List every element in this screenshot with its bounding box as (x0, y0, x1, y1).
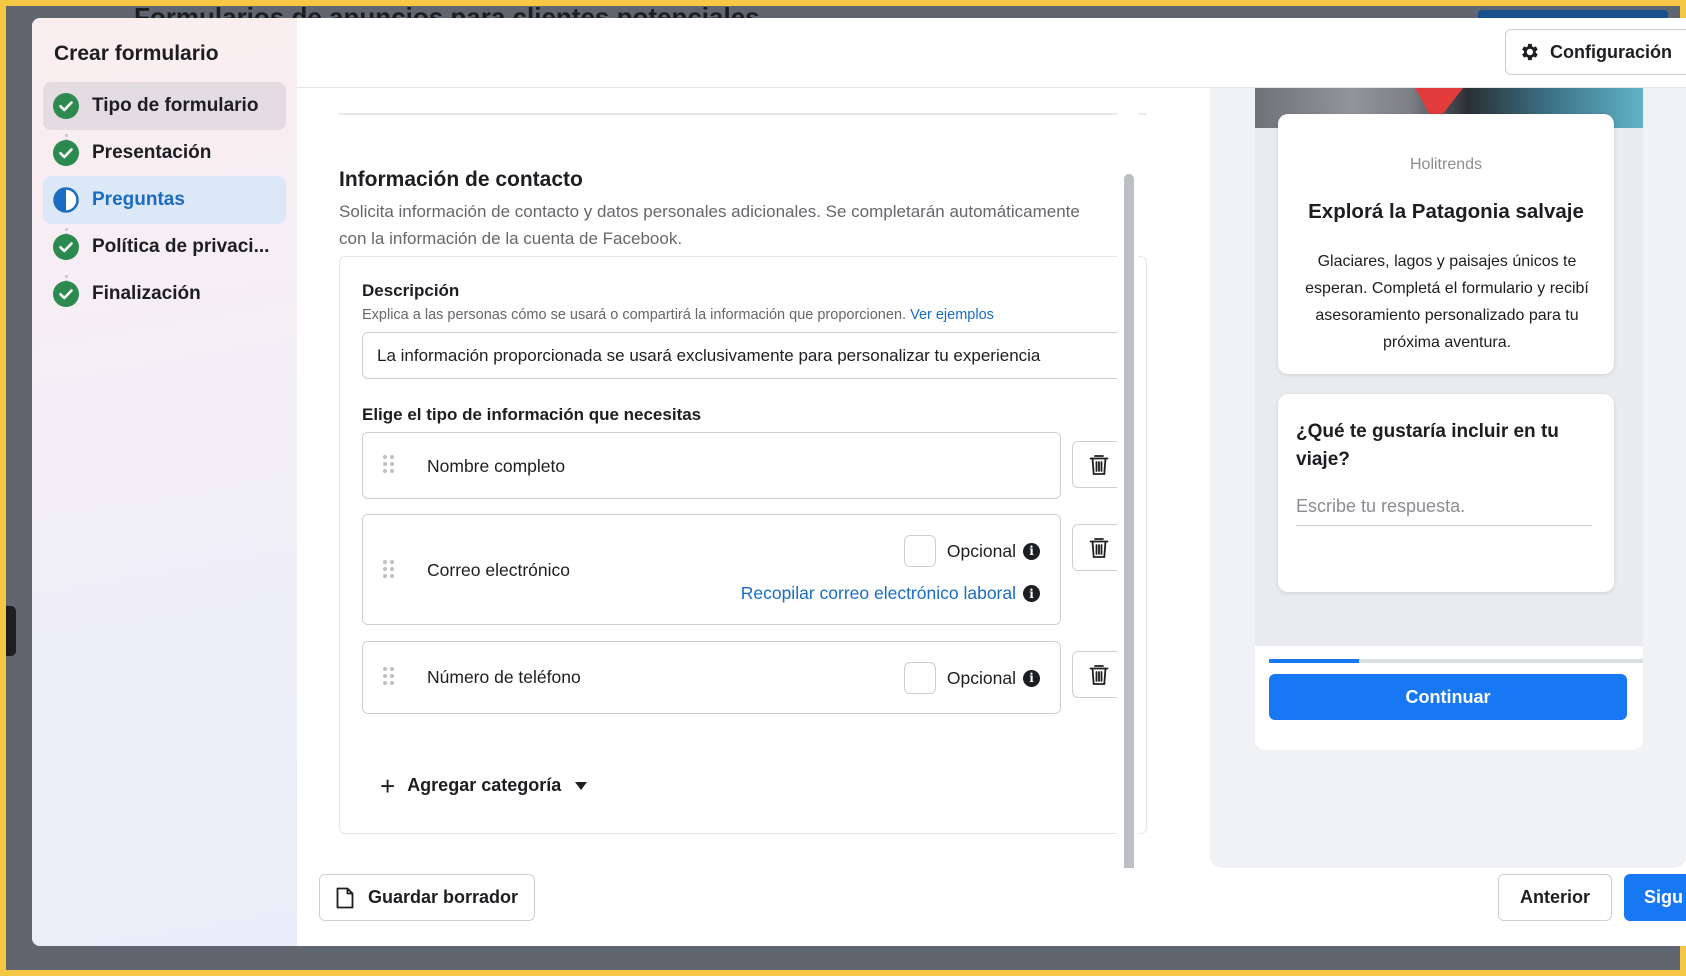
info-icon[interactable]: i (1023, 585, 1040, 602)
optional-checkbox[interactable] (903, 535, 936, 567)
contact-info-card: Descripción Explica a las personas cómo … (339, 256, 1147, 834)
question-card: ¿Qué te gustaría incluir en tu viaje? Es… (1278, 394, 1614, 592)
field-row-email[interactable]: Correo electrónico Opcional i Recopilar … (362, 514, 1061, 625)
field-name: Nombre completo (427, 456, 566, 476)
previous-button[interactable]: Anterior (1498, 874, 1612, 921)
save-draft-label: Guardar borrador (368, 887, 519, 907)
preview-progress-bar (1269, 659, 1643, 663)
optional-label: Opcional (946, 540, 1016, 561)
section-divider (339, 113, 1146, 115)
form-scrollbar[interactable] (1117, 88, 1139, 874)
caret-down-icon (575, 781, 588, 790)
modal-footer: Guardar borrador Anterior Sigu (297, 868, 1686, 946)
scrollbar-thumb[interactable] (1124, 174, 1134, 874)
contact-info-description: Solicita información de contacto y datos… (339, 202, 1080, 248)
plus-icon: + (380, 770, 396, 801)
sidebar-step-label: Finalización (92, 283, 201, 304)
sidebar-step-label: Preguntas (92, 189, 185, 210)
optional-toggle: Opcional i (903, 535, 1040, 567)
drag-handle-icon[interactable] (383, 455, 397, 475)
document-icon (336, 887, 354, 908)
description-help-text: Explica a las personas cómo se usará o c… (362, 307, 907, 323)
see-examples-link[interactable]: Ver ejemplos (910, 307, 994, 323)
field-name: Correo electrónico (427, 560, 570, 580)
sidebar-step-form-type[interactable]: Tipo de formulario (43, 82, 286, 130)
check-circle-icon (53, 234, 79, 260)
preview-answer-input[interactable]: Escribe tu respuesta. (1296, 496, 1592, 526)
check-circle-icon (53, 140, 79, 166)
continue-button[interactable]: Continuar (1269, 674, 1627, 720)
questions-panel: Información de contacto Solicita informa… (297, 88, 1147, 868)
optional-checkbox[interactable] (903, 662, 936, 694)
preview-headline: Explorá la Patagonia salvaje (1308, 200, 1584, 223)
add-category-button[interactable]: + Agregar categoría (380, 770, 588, 801)
field-row-phone[interactable]: Número de teléfono Opcional i (362, 641, 1061, 714)
optional-label: Opcional (946, 667, 1016, 688)
sidebar-step-completion[interactable]: Finalización (43, 270, 286, 318)
settings-button[interactable]: Configuración (1505, 29, 1686, 75)
settings-button-label: Configuración (1550, 41, 1672, 62)
drag-handle-icon[interactable] (383, 667, 397, 687)
gear-icon (1522, 43, 1538, 61)
info-icon[interactable]: i (1023, 669, 1040, 687)
preview-progress-fill (1269, 659, 1359, 663)
side-handle (6, 606, 16, 656)
optional-toggle: Opcional i (903, 662, 1040, 694)
sidebar-step-questions[interactable]: Preguntas (43, 176, 286, 224)
create-form-modal: Crear formulario Tipo de formulario Pres… (32, 18, 1686, 946)
trash-icon (1089, 537, 1108, 558)
work-email-option: Recopilar correo electrónico laboral i (741, 583, 1040, 604)
half-circle-progress-icon (53, 187, 79, 213)
preview-body: Glaciares, lagos y paisajes únicos te es… (1305, 253, 1589, 351)
add-category-label: Agregar categoría (407, 775, 562, 795)
field-name: Número de teléfono (427, 667, 581, 687)
modal-header (297, 18, 1686, 88)
info-type-label: Elige el tipo de información que necesit… (362, 405, 702, 424)
sidebar-step-presentation[interactable]: Presentación (43, 129, 286, 177)
work-email-link[interactable]: Recopilar correo electrónico laboral (741, 583, 1016, 604)
trash-icon (1089, 454, 1108, 475)
sidebar-step-label: Presentación (92, 142, 212, 163)
preview-brand: Holitrends (1409, 156, 1483, 173)
description-help: Explica a las personas cómo se usará o c… (362, 307, 994, 323)
next-button[interactable]: Sigu (1624, 874, 1686, 921)
sidebar-step-label: Tipo de formulario (92, 95, 259, 116)
description-input[interactable] (362, 332, 1126, 379)
description-label: Descripción (362, 281, 460, 300)
field-row-full-name[interactable]: Nombre completo (362, 432, 1061, 499)
trash-icon (1089, 664, 1108, 685)
sidebar-step-label: Política de privaci... (92, 236, 270, 257)
sidebar-step-privacy-policy[interactable]: Política de privaci... (43, 223, 286, 271)
sidebar-title: Crear formulario (54, 42, 219, 65)
drag-handle-icon[interactable] (383, 560, 397, 580)
check-circle-icon (53, 281, 79, 307)
steps-sidebar: Crear formulario Tipo de formulario Pres… (32, 18, 297, 946)
save-draft-button[interactable]: Guardar borrador (319, 874, 535, 921)
info-icon[interactable]: i (1023, 542, 1040, 560)
contact-info-title: Información de contacto (339, 168, 583, 191)
intro-card: Holitrends Explorá la Patagonia salvaje … (1278, 114, 1614, 374)
check-circle-icon (53, 93, 79, 119)
preview-question: ¿Qué te gustaría incluir en tu viaje? (1296, 421, 1559, 470)
